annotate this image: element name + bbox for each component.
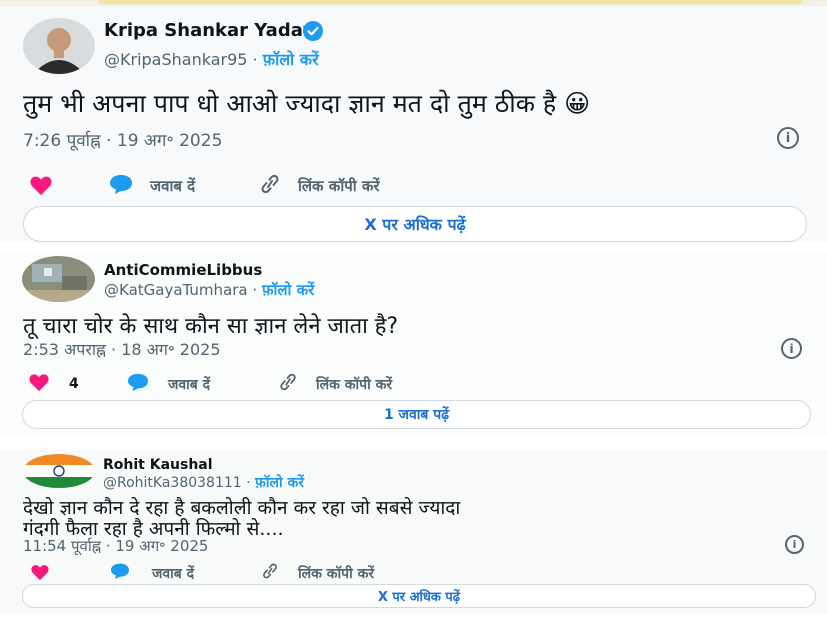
tweet-card: AntiCommieLibbus @KatGayaTumhara · फ़ॉलो… <box>0 252 827 434</box>
heart-icon <box>28 565 52 585</box>
handle-row: @RohitKa38038111 · फ़ॉलो करें <box>103 473 304 492</box>
tweet-card: Kripa Shankar Yadav @KripaShankar95 · फ़… <box>0 6 827 242</box>
read-more-button[interactable]: X पर अधिक पढ़ें <box>23 206 807 242</box>
previous-media-edge <box>98 0 803 4</box>
reply-bubble-icon <box>126 372 150 396</box>
reply-bubble-icon <box>108 173 134 199</box>
copy-link-label: लिंक कॉपी करें <box>316 376 393 393</box>
handle[interactable]: @KripaShankar95 <box>104 50 247 69</box>
handle[interactable]: @RohitKa38038111 <box>103 475 242 491</box>
reply-action[interactable]: जवाब दें <box>108 562 194 584</box>
display-name[interactable]: Rohit Kaushal <box>103 457 213 473</box>
timestamp[interactable]: 7:26 पूर्वाह्न · 19 अग॰ 2025 <box>23 128 222 151</box>
like-action[interactable] <box>28 174 54 200</box>
link-icon <box>276 372 300 396</box>
reply-bubble-icon <box>108 562 132 584</box>
tweet-text: तू चारा चोर के साथ कौन सा ज्ञान लेने जात… <box>23 314 399 339</box>
timestamp[interactable]: 2:53 अपराह्न · 18 अग॰ 2025 <box>23 338 221 360</box>
handle[interactable]: @KatGayaTumhara <box>104 281 248 299</box>
copy-link-action[interactable]: लिंक कॉपी करें <box>276 372 392 396</box>
avatar[interactable] <box>23 18 95 74</box>
like-action[interactable] <box>28 563 52 585</box>
copy-link-label: लिंक कॉपी करें <box>298 565 375 582</box>
tweet-card: Rohit Kaushal @RohitKa38038111 · फ़ॉलो क… <box>0 450 827 614</box>
avatar[interactable] <box>23 454 95 488</box>
follow-button[interactable]: फ़ॉलो करें <box>263 50 319 69</box>
info-icon[interactable]: i <box>777 127 799 149</box>
display-name[interactable]: AntiCommieLibbus <box>104 261 262 279</box>
link-icon <box>258 173 282 199</box>
separator: · <box>252 281 258 299</box>
tweet-text: तुम भी अपना पाप धो आओ ज्यादा ज्ञान मत दो… <box>23 89 591 118</box>
reply-label: जवाब दें <box>168 376 211 393</box>
read-more-button[interactable]: X पर अधिक पढ़ें <box>22 584 816 608</box>
copy-link-label: लिंक कॉपी करें <box>298 177 380 195</box>
follow-button[interactable]: फ़ॉलो करें <box>255 475 304 491</box>
timestamp[interactable]: 11:54 पूर्वाह्न · 19 अग॰ 2025 <box>23 536 208 556</box>
link-icon <box>258 562 282 584</box>
reply-label: जवाब दें <box>150 177 196 195</box>
handle-row: @KripaShankar95 · फ़ॉलो करें <box>104 48 319 70</box>
reply-label: जवाब दें <box>152 565 195 582</box>
read-replies-button[interactable]: 1 जवाब पढ़ें <box>22 400 811 429</box>
like-action[interactable]: 4 <box>27 372 79 396</box>
separator: · <box>246 475 251 491</box>
avatar[interactable] <box>22 256 95 302</box>
follow-button[interactable]: फ़ॉलो करें <box>262 281 314 299</box>
info-icon[interactable]: i <box>781 338 802 359</box>
copy-link-action[interactable]: लिंक कॉपी करें <box>258 562 374 584</box>
handle-row: @KatGayaTumhara · फ़ॉलो करें <box>104 280 314 300</box>
display-name[interactable]: Kripa Shankar Yadav <box>104 20 315 41</box>
like-count: 4 <box>69 376 79 392</box>
reply-action[interactable]: जवाब दें <box>126 372 210 396</box>
heart-icon <box>27 372 51 396</box>
verified-badge-icon <box>303 21 323 41</box>
reply-action[interactable]: जवाब दें <box>108 173 195 199</box>
heart-icon <box>28 176 54 200</box>
info-icon[interactable]: i <box>785 535 804 554</box>
copy-link-action[interactable]: लिंक कॉपी करें <box>258 173 380 199</box>
separator: · <box>252 50 258 69</box>
